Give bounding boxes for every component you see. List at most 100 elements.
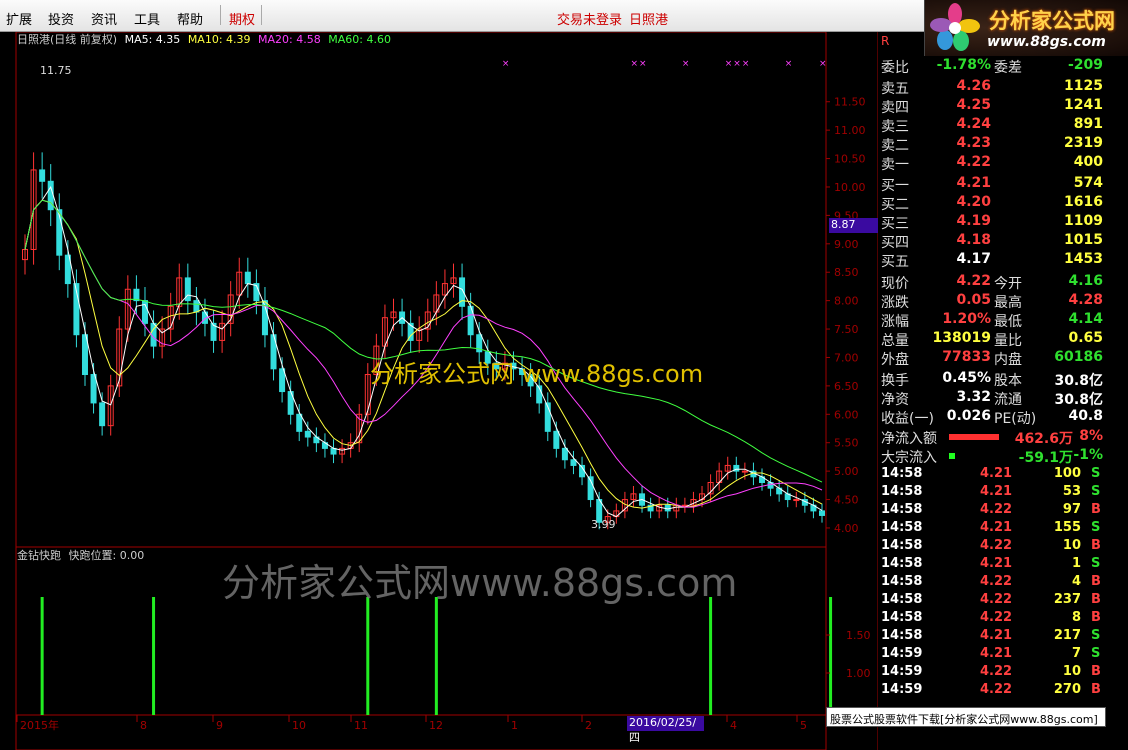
quote-row: 外盘 77833 内盘 60186 (881, 349, 1105, 368)
candle-body (279, 368, 286, 393)
quote-value: 0.026 (946, 408, 991, 424)
bid-row[interactable]: 买一 4.21 574 (881, 175, 1105, 194)
weicha-label: 委差 (994, 60, 1022, 76)
menu-item-help[interactable]: 帮助 (177, 9, 203, 28)
logo-url: www.88gs.com (987, 34, 1106, 50)
tick-volume: 53 (1062, 484, 1081, 499)
book-price: 4.20 (956, 194, 991, 210)
tick-volume: 155 (1053, 520, 1081, 535)
ask-row[interactable]: 卖一 4.22 400 (881, 154, 1105, 173)
quote-value: 0.05 (956, 292, 991, 308)
kline-chart-svg[interactable]: × × × × × × × × × 11.5011.0010.5010.009.509.008.… (0, 31, 879, 750)
book-volume: 574 (1073, 175, 1103, 191)
price-tick-label: 5.00 (834, 465, 859, 478)
ma5-line (24, 185, 823, 518)
bid-row[interactable]: 买四 4.18 1015 (881, 232, 1105, 251)
ask-row[interactable]: 卖四 4.25 1241 (881, 97, 1105, 116)
signal-bar (40, 597, 44, 715)
menu-item-extend[interactable]: 扩展 (6, 9, 32, 28)
indicator-tick-label: 1.00 (846, 667, 871, 680)
time-tick-label: 4 (730, 719, 737, 732)
status-bar: 股票公式股票软件下载[分析家公式网www.88gs.com] (826, 707, 1106, 727)
ask-row[interactable]: 卖二 4.23 2319 (881, 135, 1105, 154)
event-marker: × (682, 59, 690, 69)
book-price: 4.22 (956, 154, 991, 170)
tick-price: 4.22 (980, 664, 1013, 679)
menu-item-news[interactable]: 资讯 (91, 9, 117, 28)
flow-bar (949, 453, 955, 459)
watermark-sub: 分析家公式网www.88gs.com (222, 561, 738, 605)
candle-body (304, 430, 311, 438)
quote-label-2: 最高 (994, 295, 1022, 311)
book-price: 4.23 (956, 135, 991, 151)
candle-body (793, 499, 800, 502)
trade-status-link[interactable]: 交易未登录 (557, 9, 622, 28)
tick-side: B (1091, 610, 1101, 625)
tick-time: 14:59 (881, 682, 923, 697)
tick-row: 14:58 4.22 8 B (881, 610, 1105, 628)
event-marker: × (502, 59, 510, 69)
book-label: 卖一 (881, 157, 909, 173)
flow-label: 净流入额 (881, 431, 937, 447)
quote-row: 换手 0.45% 股本 30.8亿 (881, 370, 1105, 389)
quote-value: 1.20% (942, 311, 991, 327)
quote-value-2: 4.28 (1068, 292, 1103, 308)
tick-price: 4.21 (980, 466, 1013, 481)
event-marker: × (639, 59, 647, 69)
tick-row: 14:58 4.21 53 S (881, 484, 1105, 502)
menu-separator (261, 5, 262, 25)
tick-volume: 270 (1053, 682, 1081, 697)
menu-item-invest[interactable]: 投资 (48, 9, 74, 28)
event-marker: × (819, 59, 827, 69)
time-tick-label: 9 (216, 719, 223, 732)
flow-pct: 8% (1079, 428, 1103, 444)
quote-value-2: 30.8亿 (1054, 373, 1103, 389)
quote-value-2: 30.8亿 (1054, 392, 1103, 408)
tick-time: 14:58 (881, 520, 923, 535)
tick-side: S (1091, 466, 1101, 481)
flow-value: -59.1万 (1018, 450, 1073, 466)
logo-title: 分析家公式网 (989, 9, 1115, 33)
ask-row[interactable]: 卖三 4.24 891 (881, 116, 1105, 135)
kline-chart-area[interactable]: × × × × × × × × × 11.50 11.00 10.50 10.00 9.50 9.00 8.… (0, 31, 879, 750)
crosshair-price-label: 8.87 (829, 218, 878, 233)
bid-row[interactable]: 买五 4.17 1453 (881, 251, 1105, 270)
flower-logo-icon (930, 3, 980, 51)
book-label: 买四 (881, 235, 909, 251)
price-tick-label: 7.00 (834, 351, 859, 364)
tick-price: 4.22 (980, 592, 1013, 607)
tick-volume: 100 (1053, 466, 1081, 481)
tick-row: 14:58 4.22 97 B (881, 502, 1105, 520)
ask-row[interactable]: 卖五 4.26 1125 (881, 78, 1105, 97)
tick-time: 14:59 (881, 664, 923, 679)
menu-item-options[interactable]: 期权 (229, 9, 255, 28)
weicha-value: -209 (1067, 57, 1103, 73)
time-tick-label: 10 (292, 719, 306, 732)
tick-row: 14:58 4.22 237 B (881, 592, 1105, 610)
tick-volume: 10 (1062, 538, 1081, 553)
price-tick-label: 8.50 (834, 266, 859, 279)
bid-row[interactable]: 买二 4.20 1616 (881, 194, 1105, 213)
tick-price: 4.21 (980, 628, 1013, 643)
candle-body (553, 430, 560, 449)
tick-row: 14:59 4.22 270 B (881, 682, 1105, 700)
quote-value: 138019 (932, 330, 991, 346)
candle-body (561, 447, 568, 461)
quote-row: 收益(一) 0.026 PE(动) 40.8 (881, 408, 1105, 427)
indicator-value: 快跑位置: 0.00 (68, 549, 145, 562)
candle-body (193, 300, 200, 313)
tick-row: 14:58 4.21 217 S (881, 628, 1105, 646)
crosshair-date-label: 2016/02/25/四 (627, 716, 704, 744)
quote-row: 总量 138019 量比 0.65 (881, 330, 1105, 349)
bid-row[interactable]: 买三 4.19 1109 (881, 213, 1105, 232)
tick-row: 14:58 4.22 10 B (881, 538, 1105, 556)
menu-item-tools[interactable]: 工具 (134, 9, 160, 28)
tick-side: B (1091, 682, 1101, 697)
quote-value: 0.45% (942, 370, 991, 386)
book-volume: 1241 (1064, 97, 1103, 113)
book-price: 4.19 (956, 213, 991, 229)
chart-frame (15, 31, 827, 750)
price-tick-label: 5.50 (834, 437, 859, 450)
flow-pct: -1% (1073, 447, 1103, 463)
candle-body (664, 504, 671, 512)
